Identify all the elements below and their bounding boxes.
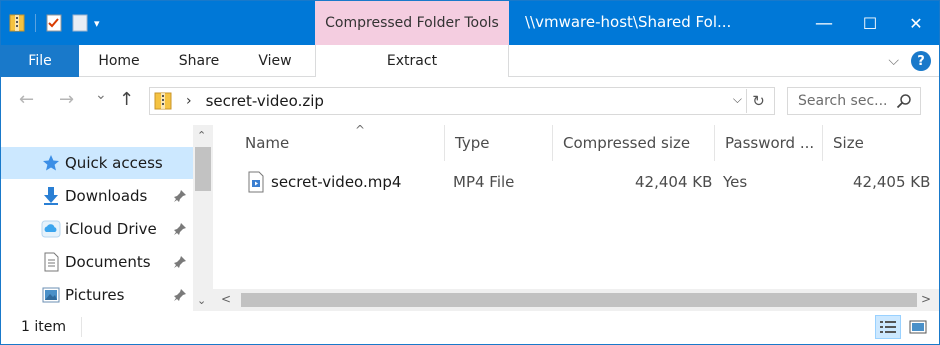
- pin-icon[interactable]: [173, 189, 187, 203]
- cloud-icon: [41, 219, 61, 239]
- file-list-scrollbar[interactable]: < >: [213, 289, 939, 311]
- maximize-button[interactable]: ☐: [847, 1, 893, 45]
- sidebar-item-icloud-drive[interactable]: iCloud Drive: [1, 213, 193, 245]
- sidebar-item-label: Quick access: [65, 154, 163, 172]
- pin-icon[interactable]: [173, 222, 187, 236]
- status-divider: [81, 317, 82, 337]
- tab-file[interactable]: File: [1, 45, 79, 77]
- address-dropdown-icon[interactable]: ⌵: [733, 92, 742, 107]
- column-header-label: Size: [833, 134, 864, 152]
- file-name[interactable]: secret-video.mp4: [271, 173, 401, 191]
- large-icons-view-button[interactable]: [905, 315, 931, 339]
- star-icon: [41, 153, 61, 173]
- file-list: Name ^ Type Compressed size Password ...…: [213, 123, 939, 311]
- search-box[interactable]: Search sec...: [787, 87, 921, 115]
- scroll-right-icon[interactable]: >: [921, 292, 931, 306]
- column-header-label: Compressed size: [563, 134, 691, 152]
- scrollbar-thumb[interactable]: [241, 293, 917, 307]
- sidebar-item-label: Downloads: [65, 187, 148, 205]
- properties-icon[interactable]: [46, 13, 62, 33]
- sidebar-item-label: iCloud Drive: [65, 220, 157, 238]
- tab-home[interactable]: Home: [79, 45, 159, 77]
- breadcrumb-zip[interactable]: secret-video.zip: [206, 92, 324, 110]
- item-count: 1 item: [21, 319, 66, 335]
- document-icon: [41, 252, 61, 272]
- column-header-label: Name: [245, 134, 290, 152]
- window-title: \\vmware-host\Shared Fol...: [525, 13, 732, 31]
- back-arrow-icon[interactable]: ←: [19, 89, 34, 110]
- column-header-password[interactable]: Password ...: [715, 125, 823, 161]
- table-row[interactable]: secret-video.mp4 MP4 File 42,404 KB Yes …: [233, 169, 939, 197]
- column-header-type[interactable]: Type: [445, 125, 553, 161]
- expand-ribbon-chevron-icon[interactable]: ⌵: [888, 53, 899, 69]
- zip-folder-icon: [154, 91, 172, 111]
- file-compressed-size: 42,404 KB: [635, 173, 713, 191]
- extract-tab-area: Extract: [315, 45, 509, 77]
- file-type: MP4 File: [453, 173, 515, 191]
- sidebar-item-downloads[interactable]: Downloads: [1, 180, 193, 212]
- minimize-button[interactable]: —: [801, 1, 847, 45]
- address-bar[interactable]: › secret-video.zip ⌵ ↻: [149, 87, 775, 115]
- sidebar-item-label: Documents: [65, 253, 151, 271]
- ribbon-right-controls: ⌵ ?: [888, 51, 931, 71]
- column-header-label: Type: [455, 134, 490, 152]
- quick-access-toolbar: ▾: [9, 13, 100, 33]
- sidebar-item-documents[interactable]: Documents: [1, 246, 193, 278]
- tab-extract[interactable]: Extract: [316, 45, 508, 77]
- tab-view[interactable]: View: [239, 45, 311, 77]
- up-arrow-icon[interactable]: ↑: [119, 89, 134, 110]
- title-bar: ▾ Compressed Folder Tools \\vmware-host\…: [1, 1, 939, 45]
- refresh-icon[interactable]: ↻: [746, 89, 770, 113]
- column-header-compressed-size[interactable]: Compressed size: [553, 125, 715, 161]
- forward-arrow-icon[interactable]: →: [59, 89, 74, 110]
- column-header-size[interactable]: Size: [823, 125, 939, 161]
- pin-icon[interactable]: [173, 255, 187, 269]
- search-icon[interactable]: [896, 93, 912, 109]
- column-header-name[interactable]: Name ^: [233, 123, 445, 161]
- search-input[interactable]: Search sec...: [798, 93, 888, 109]
- new-folder-icon[interactable]: [72, 13, 88, 33]
- scrollbar-thumb[interactable]: [195, 147, 211, 191]
- navigation-pane-scrollbar[interactable]: ⌃ ⌄: [193, 125, 213, 311]
- sidebar-item-pictures[interactable]: Pictures: [1, 279, 193, 311]
- download-icon: [41, 186, 61, 206]
- explorer-window: ▾ Compressed Folder Tools \\vmware-host\…: [0, 0, 940, 345]
- navigation-pane: Quick access Downloads iCloud Drive Docu…: [1, 125, 213, 311]
- details-view-icon: [880, 321, 896, 333]
- context-tab-header: Compressed Folder Tools: [315, 1, 509, 45]
- ribbon-tabs: File Home Share View Extract ⌵ ?: [1, 45, 939, 77]
- sidebar-item-label: Pictures: [65, 286, 125, 304]
- qat-separator: [35, 14, 36, 32]
- scroll-left-icon[interactable]: <: [221, 292, 231, 306]
- pictures-icon: [41, 285, 61, 305]
- navigation-bar: ← → ⌄ ↑ › secret-video.zip ⌵ ↻ Search se…: [1, 77, 939, 125]
- file-size: 42,405 KB: [853, 173, 931, 191]
- zip-folder-icon: [9, 13, 25, 33]
- close-button[interactable]: ✕: [893, 1, 939, 45]
- file-password: Yes: [723, 173, 748, 191]
- customize-qat-chevron-icon[interactable]: ▾: [94, 17, 100, 30]
- help-icon[interactable]: ?: [911, 51, 931, 71]
- scroll-down-icon[interactable]: ⌄: [197, 294, 206, 307]
- breadcrumb-separator-icon[interactable]: ›: [186, 93, 192, 109]
- column-header-label: Password ...: [725, 134, 815, 152]
- status-bar: 1 item: [1, 311, 939, 344]
- large-icons-view-icon: [909, 320, 927, 334]
- sort-ascending-icon: ^: [355, 123, 366, 137]
- video-file-icon: [247, 171, 265, 193]
- recent-locations-chevron-icon[interactable]: ⌄: [95, 87, 107, 103]
- sidebar-item-quick-access[interactable]: Quick access: [1, 147, 193, 179]
- tab-share[interactable]: Share: [159, 45, 239, 77]
- scroll-up-icon[interactable]: ⌃: [197, 129, 206, 142]
- pin-icon[interactable]: [173, 288, 187, 302]
- details-view-button[interactable]: [875, 315, 901, 339]
